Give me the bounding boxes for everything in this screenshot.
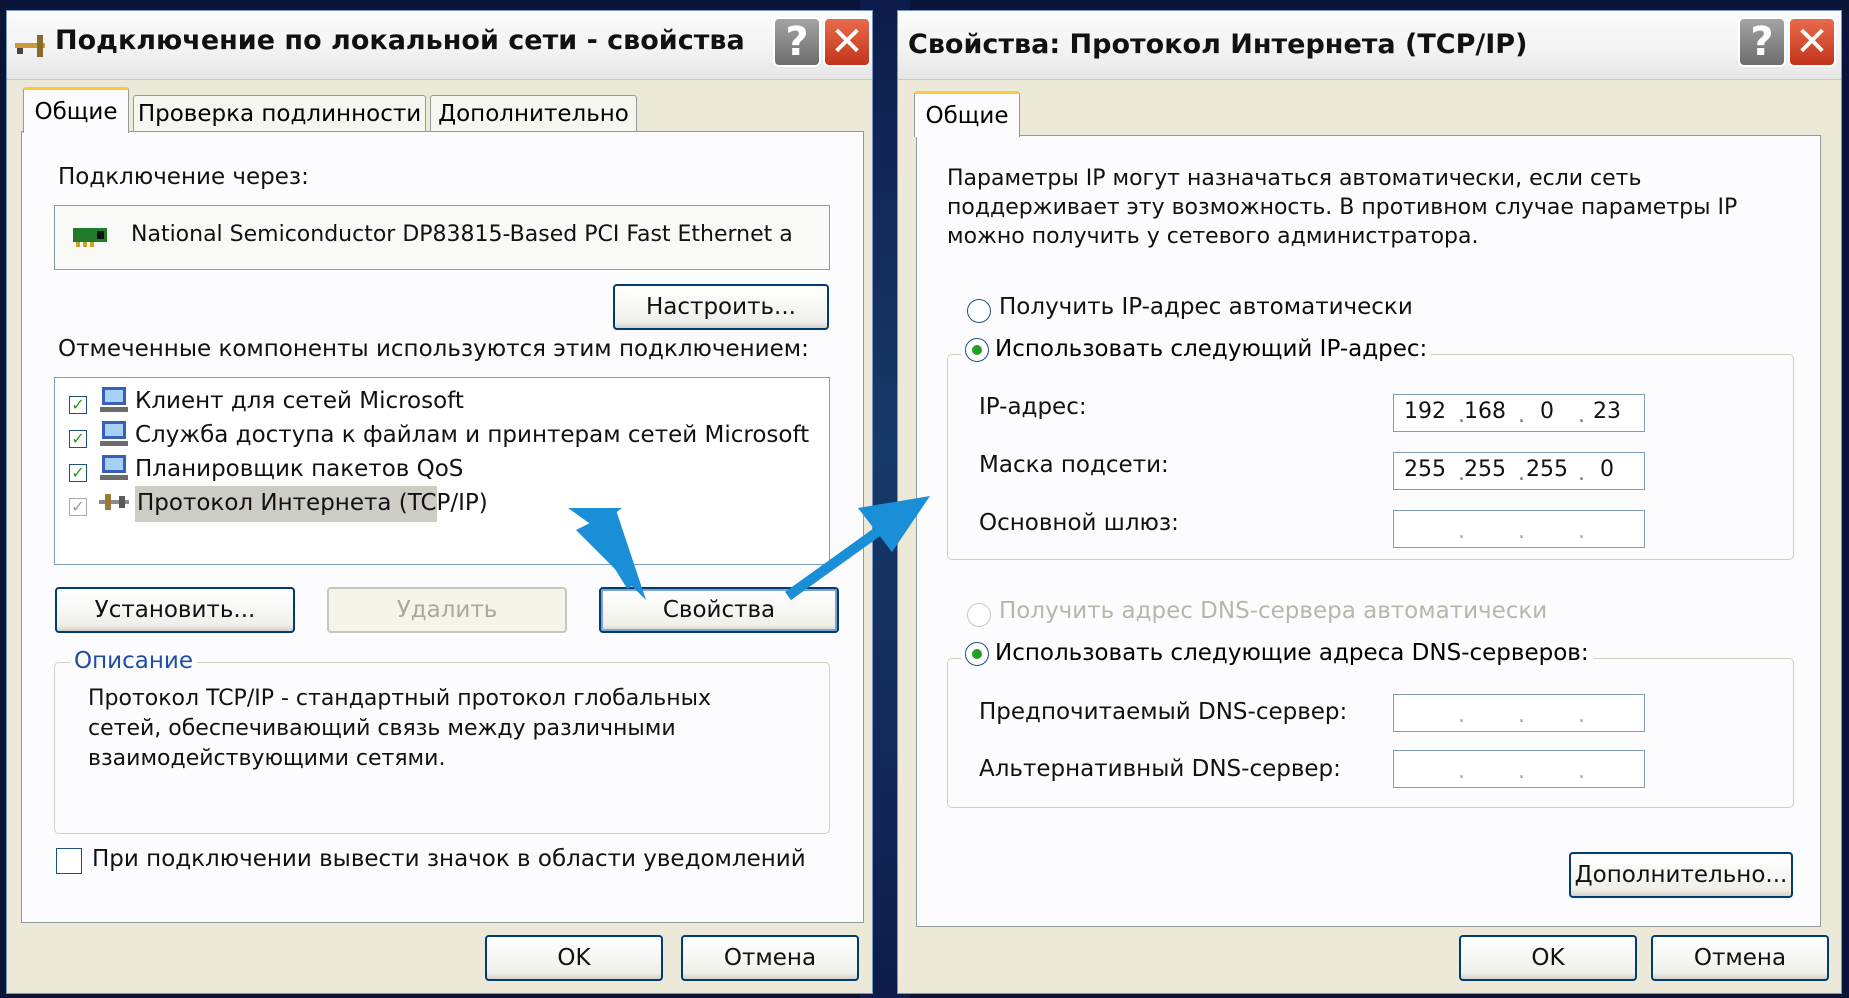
tab-general[interactable]: Общие <box>23 87 129 133</box>
annotation-arrows <box>568 496 930 601</box>
tab-general[interactable]: Общие <box>914 91 1020 137</box>
arrow-down-to-properties-icon <box>568 508 646 600</box>
arrow-to-tcpip-window-icon <box>785 496 930 601</box>
